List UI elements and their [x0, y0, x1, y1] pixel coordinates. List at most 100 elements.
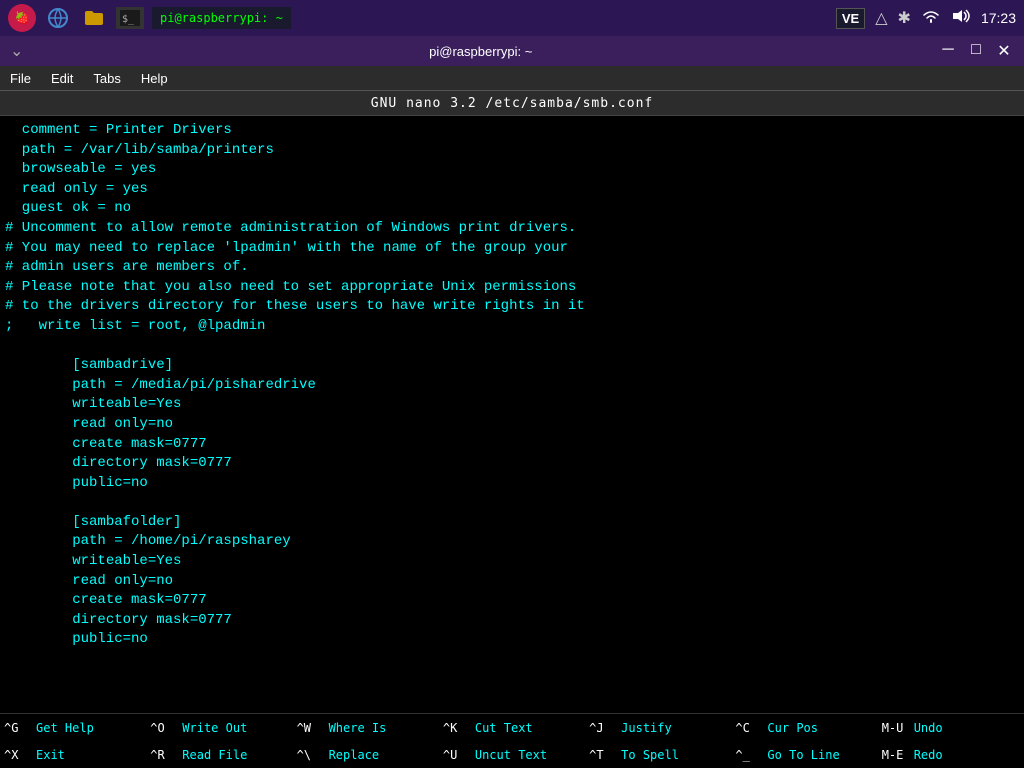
nano-line: public=no — [0, 630, 1024, 650]
svg-text:$_: $_ — [122, 14, 135, 25]
terminal-icon-1[interactable]: $_ — [116, 7, 144, 29]
nano-line: # You may need to replace 'lpadmin' with… — [0, 239, 1024, 259]
shortcut-label: To Spell — [621, 748, 679, 762]
wifi-icon — [921, 8, 941, 29]
nano-line — [0, 650, 1024, 670]
shortcut-item[interactable]: ^W Where Is — [293, 714, 439, 741]
shortcut-item[interactable]: ^O Write Out — [146, 714, 292, 741]
nano-header-text: GNU nano 3.2 /etc/samba/smb.conf — [371, 96, 653, 111]
nano-line — [0, 337, 1024, 357]
shortcut-item[interactable]: ^_ Go To Line — [731, 741, 877, 768]
shortcut-item[interactable]: ^T To Spell — [585, 741, 731, 768]
system-time: 17:23 — [981, 10, 1016, 26]
shortcut-label: Justify — [621, 721, 672, 735]
terminal-window: ⌄ pi@raspberrypi: ~ ─ □ ✕ File Edit Tabs… — [0, 36, 1024, 768]
nano-menubar: File Edit Tabs Help — [0, 66, 1024, 91]
nano-line: path = /var/lib/samba/printers — [0, 141, 1024, 161]
prompt-text: pi@raspberrypi: ~ — [160, 11, 283, 25]
shortcut-item[interactable]: ^U Uncut Text — [439, 741, 585, 768]
nano-line: directory mask=0777 — [0, 611, 1024, 631]
nano-line: writeable=Yes — [0, 395, 1024, 415]
shortcut-key: ^\ — [297, 748, 325, 762]
nano-line: # admin users are members of. — [0, 258, 1024, 278]
shortcut-label: Get Help — [36, 721, 94, 735]
shortcut-item[interactable]: ^X Exit — [0, 741, 146, 768]
nano-lines-container: comment = Printer Drivers path = /var/li… — [0, 121, 1024, 693]
volume-icon — [951, 8, 971, 29]
nano-shortcuts-bar: ^GGet Help ^O Write Out ^W Where Is ^K Cut Tex… — [0, 713, 1024, 768]
nano-statusbar — [0, 693, 1024, 713]
shortcut-item[interactable]: M-UUndo — [878, 714, 1024, 741]
shortcut-label: Exit — [36, 748, 65, 762]
menu-file[interactable]: File — [10, 71, 31, 86]
folder-icon[interactable] — [80, 4, 108, 32]
nano-editor[interactable]: comment = Printer Drivers path = /var/li… — [0, 116, 1024, 693]
menu-edit[interactable]: Edit — [51, 71, 73, 86]
titlebar-right-controls: ─ □ ✕ — [938, 41, 1014, 61]
shortcut-label: Write Out — [182, 721, 247, 735]
nano-line: [sambadrive] — [0, 356, 1024, 376]
nano-header: GNU nano 3.2 /etc/samba/smb.conf — [0, 91, 1024, 116]
browser-icon[interactable] — [44, 4, 72, 32]
shortcut-item[interactable]: ^C Cur Pos — [731, 714, 877, 741]
raspberry-icon[interactable]: 🍓 — [8, 4, 36, 32]
nano-line: path = /home/pi/raspsharey — [0, 532, 1024, 552]
shortcut-label: Where Is — [329, 721, 387, 735]
titlebar-left-controls: ⌄ — [10, 41, 23, 61]
shortcut-key: ^K — [443, 721, 471, 735]
shortcut-key: ^R — [150, 748, 178, 762]
shortcut-key: ^J — [589, 721, 617, 735]
shortcut-key: ^U — [443, 748, 471, 762]
shortcut-key: ^C — [735, 721, 763, 735]
nano-line: [sambafolder] — [0, 513, 1024, 533]
shortcut-key: ^X — [4, 748, 32, 762]
nano-line — [0, 493, 1024, 513]
shortcut-key: M-E — [882, 748, 910, 762]
nano-line: read only=no — [0, 415, 1024, 435]
shortcut-key: ^W — [297, 721, 325, 735]
nano-line: browseable = yes — [0, 160, 1024, 180]
nano-line: create mask=0777 — [0, 435, 1024, 455]
taskbar-left: 🍓 $_ pi@raspberrypi: ~ — [8, 4, 291, 32]
nano-line: guest ok = no — [0, 199, 1024, 219]
nano-line: read only = yes — [0, 180, 1024, 200]
shortcut-key: ^T — [589, 748, 617, 762]
shortcut-label: Cur Pos — [767, 721, 818, 735]
nano-line: writeable=Yes — [0, 552, 1024, 572]
shortcut-label: Cut Text — [475, 721, 533, 735]
maximize-button[interactable]: □ — [966, 41, 986, 61]
shortcut-item[interactable]: ^K Cut Text — [439, 714, 585, 741]
shortcut-key: M-U — [882, 721, 910, 735]
shortcut-item[interactable]: ^GGet Help — [0, 714, 146, 741]
titlebar-chevron: ⌄ — [10, 41, 23, 61]
nano-line: comment = Printer Drivers — [0, 121, 1024, 141]
shortcut-key: ^O — [150, 721, 178, 735]
nano-line: create mask=0777 — [0, 591, 1024, 611]
close-button[interactable]: ✕ — [994, 41, 1014, 61]
terminal-titlebar: ⌄ pi@raspberrypi: ~ ─ □ ✕ — [0, 36, 1024, 66]
nano-line: ; write list = root, @lpadmin — [0, 317, 1024, 337]
shortcut-label: Uncut Text — [475, 748, 547, 762]
nano-line: public=no — [0, 474, 1024, 494]
shortcut-item[interactable]: ^R Read File — [146, 741, 292, 768]
menu-tabs[interactable]: Tabs — [93, 71, 120, 86]
minimize-button[interactable]: ─ — [938, 41, 958, 61]
taskbar-right: VE △ ✱ 17:23 — [836, 8, 1016, 29]
nano-line: directory mask=0777 — [0, 454, 1024, 474]
triangle-icon: △ — [875, 8, 887, 28]
shortcut-label: Read File — [182, 748, 247, 762]
shortcut-item[interactable]: ^\ Replace — [293, 741, 439, 768]
nano-line: path = /media/pi/pisharedrive — [0, 376, 1024, 396]
shortcut-item[interactable]: M-ERedo — [878, 741, 1024, 768]
nano-line: # to the drivers directory for these use… — [0, 297, 1024, 317]
bluetooth-icon: ✱ — [898, 8, 911, 28]
shortcut-key: ^_ — [735, 748, 763, 762]
menu-help[interactable]: Help — [141, 71, 168, 86]
shortcut-label: Go To Line — [767, 748, 839, 762]
nano-line: # Uncomment to allow remote administrati… — [0, 219, 1024, 239]
terminal-prompt-label[interactable]: pi@raspberrypi: ~ — [152, 7, 291, 29]
ve-badge: VE — [836, 8, 865, 29]
terminal-title: pi@raspberrypi: ~ — [23, 44, 938, 59]
shortcut-item[interactable]: ^J Justify — [585, 714, 731, 741]
shortcut-label: Replace — [329, 748, 380, 762]
